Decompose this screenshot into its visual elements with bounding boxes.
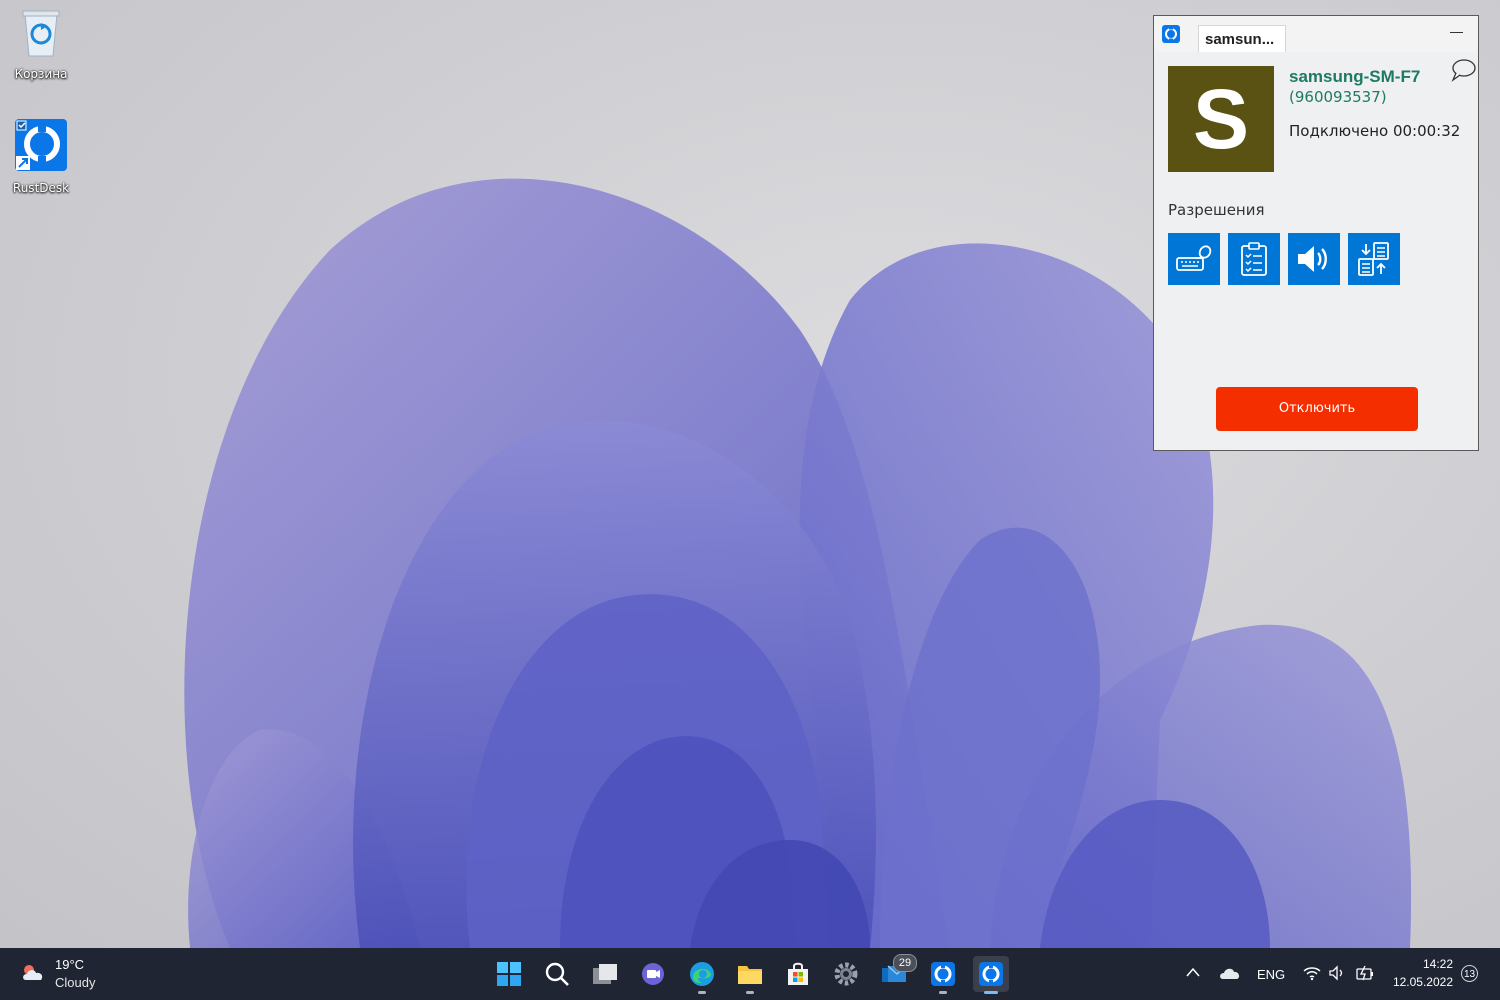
clipboard-icon (1241, 242, 1267, 276)
peer-name: samsung-SM-F7 (1289, 67, 1421, 86)
input-language[interactable]: ENG (1257, 967, 1285, 982)
onedrive-cloud-icon[interactable] (1219, 966, 1241, 980)
running-indicator (939, 991, 947, 994)
wifi-icon[interactable] (1303, 965, 1321, 981)
desktop-icon-label: Корзина (14, 67, 68, 81)
connection-panel: S samsung-SM-F7 (960093537) Подключено 0… (1154, 52, 1478, 450)
peer-avatar: S (1168, 66, 1274, 172)
search-button[interactable] (539, 956, 575, 992)
disconnect-button[interactable]: Отключить (1216, 387, 1418, 431)
permission-keyboard-mouse[interactable] (1168, 233, 1220, 285)
chat-icon[interactable] (1450, 58, 1476, 82)
rustdesk-connection-window: samsun... S samsung-SM-F7 (960093537) По… (1153, 15, 1479, 451)
chevron-up-icon[interactable] (1186, 966, 1200, 978)
weather-temperature: 19°C (55, 957, 85, 972)
file-explorer-icon (738, 966, 762, 984)
volume-icon[interactable] (1328, 965, 1346, 981)
weather-cloudy-icon[interactable] (20, 960, 48, 984)
permission-file-transfer[interactable] (1348, 233, 1400, 285)
recycle-bin-icon (22, 10, 60, 57)
window-titlebar[interactable]: samsun... (1154, 16, 1478, 52)
permission-audio[interactable] (1288, 233, 1340, 285)
notifications-badge[interactable]: 13 (1461, 965, 1478, 982)
file-explorer-button[interactable] (732, 956, 768, 994)
peer-id: (960093537) (1289, 88, 1387, 106)
minimize-button[interactable] (1450, 24, 1464, 40)
permission-clipboard[interactable] (1228, 233, 1280, 285)
running-indicator (698, 991, 706, 994)
desktop-icon-label: RustDesk (12, 181, 70, 195)
permissions-heading: Разрешения (1168, 201, 1265, 219)
weather-description: Cloudy (55, 975, 96, 990)
connection-tab[interactable]: samsun... (1198, 25, 1286, 52)
file-transfer-icon (1358, 242, 1389, 276)
audio-icon (1298, 246, 1327, 272)
desktop-recycle-bin[interactable]: Корзина (6, 6, 76, 81)
clock-date[interactable]: 12.05.2022 (1388, 975, 1453, 989)
store-icon (788, 962, 808, 985)
rustdesk-icon (931, 962, 955, 986)
keyboard-mouse-icon (1176, 245, 1212, 271)
start-icon (497, 962, 521, 986)
edge-button[interactable] (684, 956, 720, 994)
rustdesk-icon (15, 119, 67, 171)
battery-charging-icon[interactable] (1355, 965, 1375, 981)
desktop-rustdesk[interactable]: RustDesk (6, 118, 76, 195)
running-indicator (746, 991, 754, 994)
clock-time[interactable]: 14:22 (1420, 957, 1453, 971)
taskbar: 19°C Cloudy 29 ENG 14:22 12.05.2022 13 (0, 948, 1500, 1000)
rustdesk-taskbar-button[interactable] (925, 956, 961, 994)
start-button[interactable] (491, 956, 527, 992)
teams-chat-icon (642, 963, 664, 985)
chat-button[interactable] (635, 956, 671, 992)
active-indicator (984, 991, 998, 994)
connection-status: Подключено 00:00:32 (1289, 122, 1461, 140)
rustdesk-app-icon (1162, 25, 1180, 43)
mail-unread-badge: 29 (893, 954, 917, 972)
settings-button[interactable] (828, 956, 864, 992)
rustdesk-icon (979, 962, 1003, 986)
task-view-button[interactable] (587, 956, 623, 992)
edge-icon (690, 962, 714, 986)
rustdesk-cm-taskbar-button[interactable] (973, 956, 1009, 994)
task-view-icon (593, 964, 617, 984)
settings-gear-icon (834, 962, 858, 986)
search-icon (545, 962, 569, 986)
store-button[interactable] (780, 956, 816, 992)
